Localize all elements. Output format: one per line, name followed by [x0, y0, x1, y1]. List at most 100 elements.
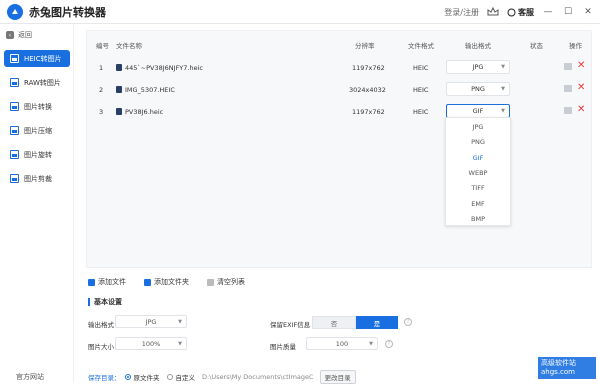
row-format: HEIC: [413, 86, 429, 94]
row-name-text: PV38J6.heic: [125, 108, 164, 116]
add-file-icon: [88, 278, 95, 286]
clear-list-button[interactable]: 清空列表: [207, 277, 245, 287]
table-row[interactable]: 1 445`~PV38J6NJFY7.heic 1197x762 HEIC JP…: [87, 57, 591, 79]
sidebar-item-image-convert[interactable]: 图片转换: [4, 98, 70, 115]
output-format-select[interactable]: GIF ▼: [446, 104, 510, 118]
clear-list-label: 清空列表: [217, 278, 245, 286]
rotate-icon: [10, 150, 19, 159]
file-table: 编号 文件名称 分辨率 文件格式 输出格式 状态 操作 1 445`~PV38J…: [86, 30, 592, 268]
table-row[interactable]: 2 IMG_5307.HEIC 3024x4032 HEIC PNG ▼ ✕: [87, 79, 591, 101]
image-quality-value: 100: [335, 339, 349, 348]
default-output-format-value: JPG: [145, 317, 157, 326]
dropdown-option-bmp[interactable]: BMP: [446, 215, 510, 223]
section-marker: [88, 298, 90, 306]
keep-exif-toggle[interactable]: 否 是: [312, 316, 398, 329]
app-title: 赤兔图片转换器: [29, 5, 106, 19]
dropdown-option-tiff[interactable]: TIFF: [446, 184, 510, 192]
dropdown-option-png[interactable]: PNG: [446, 138, 510, 146]
add-file-label: 添加文件: [98, 278, 126, 286]
sidebar-item-raw-to-image[interactable]: RAW转图片: [4, 74, 70, 91]
sidebar-item-image-rotate[interactable]: 图片旋转: [4, 146, 70, 163]
open-folder-icon[interactable]: [564, 107, 572, 114]
save-custom-radio[interactable]: 自定义: [166, 372, 196, 382]
exif-yes-option[interactable]: 是: [356, 316, 398, 329]
back-arrow-icon: ‹: [6, 31, 14, 39]
header-output: 输出格式: [465, 42, 491, 50]
table-row[interactable]: 3 PV38J6.heic 1197x762 HEIC GIF ▼ ✕: [87, 101, 591, 123]
image-quality-select[interactable]: 100 ▼: [306, 337, 378, 350]
dropdown-option-webp[interactable]: WEBP: [446, 169, 510, 177]
help-icon[interactable]: ?: [385, 340, 393, 348]
image-size-value: 100%: [141, 339, 161, 348]
delete-icon[interactable]: ✕: [577, 104, 585, 115]
image-icon: [10, 102, 19, 111]
watermark-line1: 高级软件站: [541, 359, 576, 367]
vip-crown-icon[interactable]: [487, 7, 499, 17]
header-action: 操作: [569, 42, 582, 50]
official-website-link[interactable]: 官方网站: [16, 372, 44, 382]
save-opt1-label: 原文件夹: [133, 374, 160, 382]
caret-down-icon: ▼: [501, 86, 505, 92]
dropdown-option-emf[interactable]: EMF: [446, 200, 510, 208]
row-name-text: IMG_5307.HEIC: [125, 86, 175, 94]
open-folder-icon[interactable]: [564, 63, 572, 70]
dropdown-option-jpg[interactable]: JPG: [446, 123, 510, 131]
close-button[interactable]: ✕: [582, 7, 594, 17]
compress-icon: [10, 126, 19, 135]
delete-icon[interactable]: ✕: [577, 60, 585, 71]
customer-service-button[interactable]: 客服: [507, 7, 534, 18]
file-image-icon: [116, 64, 122, 71]
output-format-dropdown: JPG PNG GIF WEBP TIFF EMF BMP: [445, 117, 511, 226]
row-resolution: 3024x4032: [349, 86, 386, 94]
maximize-button[interactable]: ☐: [562, 7, 574, 17]
image-icon: [10, 78, 19, 87]
sidebar-item-heic-to-image[interactable]: HEIC转图片: [4, 50, 70, 67]
image-size-select[interactable]: 100% ▼: [115, 337, 187, 350]
row-format: HEIC: [413, 108, 429, 116]
keep-exif-label: 保留EXIF信息: [270, 321, 311, 329]
file-image-icon: [116, 108, 122, 115]
sidebar-item-label: RAW转图片: [24, 78, 61, 87]
open-folder-icon[interactable]: [564, 85, 572, 92]
file-image-icon: [116, 86, 122, 93]
minimize-button[interactable]: —: [542, 7, 554, 17]
default-output-format-select[interactable]: JPG ▼: [115, 315, 187, 328]
change-directory-button[interactable]: 更改目录: [319, 370, 356, 384]
headset-icon: [507, 8, 516, 16]
save-opt2-label: 自定义: [175, 374, 196, 382]
back-label: 返回: [18, 31, 32, 39]
output-format-select[interactable]: JPG ▼: [446, 60, 510, 74]
help-icon[interactable]: ?: [404, 318, 412, 326]
output-format-value: GIF: [472, 107, 484, 115]
sidebar-item-label: 图片旋转: [24, 150, 52, 159]
sidebar-item-image-compress[interactable]: 图片压缩: [4, 122, 70, 139]
customer-service-label: 客服: [518, 7, 534, 17]
row-resolution: 1197x762: [352, 108, 385, 116]
trash-icon: [207, 278, 214, 286]
sidebar-item-image-crop[interactable]: 图片剪裁: [4, 170, 70, 187]
action-bar: 添加文件 添加文件夹 清空列表: [88, 277, 263, 287]
exif-no-option[interactable]: 否: [312, 316, 356, 329]
output-format-value: PNG: [471, 85, 485, 93]
add-file-button[interactable]: 添加文件: [88, 277, 126, 287]
caret-down-icon: ▼: [501, 108, 505, 114]
app-logo-icon: [7, 3, 23, 20]
sidebar-item-label: 图片压缩: [24, 126, 52, 135]
back-button[interactable]: ‹ 返回: [6, 30, 32, 40]
dropdown-option-gif[interactable]: GIF: [446, 154, 510, 162]
row-name-text: 445`~PV38J6NJFY7.heic: [125, 64, 203, 72]
watermark-line2: ahgs.com: [541, 368, 575, 376]
save-original-folder-radio[interactable]: 原文件夹: [124, 372, 160, 382]
site-watermark: 高级软件站 ahgs.com: [538, 357, 596, 379]
sidebar-item-label: 图片剪裁: [24, 174, 52, 183]
login-register-link[interactable]: 登录/注册: [444, 7, 479, 18]
image-quality-label: 图片质量: [270, 343, 296, 351]
row-num: 3: [99, 108, 104, 116]
save-directory-label: 保存目录：: [88, 374, 121, 382]
header-format: 文件格式: [408, 42, 434, 50]
row-num: 2: [99, 86, 104, 94]
add-folder-button[interactable]: 添加文件夹: [144, 277, 189, 287]
delete-icon[interactable]: ✕: [577, 82, 585, 93]
row-num: 1: [99, 64, 104, 72]
output-format-select[interactable]: PNG ▼: [446, 82, 510, 96]
